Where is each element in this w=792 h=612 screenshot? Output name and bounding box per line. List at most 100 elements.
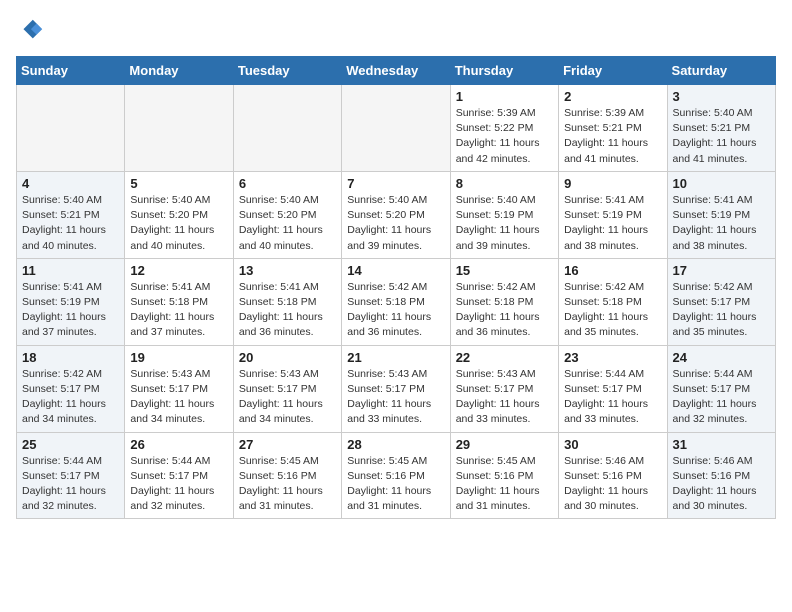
- day-info: Sunrise: 5:41 AM Sunset: 5:19 PM Dayligh…: [564, 193, 661, 254]
- weekday-header-sunday: Sunday: [17, 57, 125, 85]
- day-number: 30: [564, 437, 661, 452]
- day-number: 29: [456, 437, 553, 452]
- day-number: 31: [673, 437, 770, 452]
- calendar-cell: 3 Sunrise: 5:40 AM Sunset: 5:21 PM Daylig…: [667, 85, 775, 172]
- weekday-header-tuesday: Tuesday: [233, 57, 341, 85]
- calendar-table: SundayMondayTuesdayWednesdayThursdayFrid…: [16, 56, 776, 519]
- calendar-cell: 25 Sunrise: 5:44 AM Sunset: 5:17 PM Dayli…: [17, 432, 125, 519]
- day-number: 8: [456, 176, 553, 191]
- day-number: 17: [673, 263, 770, 278]
- day-info: Sunrise: 5:42 AM Sunset: 5:18 PM Dayligh…: [564, 280, 661, 341]
- calendar-cell: 6 Sunrise: 5:40 AM Sunset: 5:20 PM Daylig…: [233, 171, 341, 258]
- day-number: 1: [456, 89, 553, 104]
- day-info: Sunrise: 5:42 AM Sunset: 5:17 PM Dayligh…: [673, 280, 770, 341]
- day-number: 16: [564, 263, 661, 278]
- day-info: Sunrise: 5:46 AM Sunset: 5:16 PM Dayligh…: [673, 454, 770, 515]
- calendar-cell: 27 Sunrise: 5:45 AM Sunset: 5:16 PM Dayli…: [233, 432, 341, 519]
- calendar-cell: 19 Sunrise: 5:43 AM Sunset: 5:17 PM Dayli…: [125, 345, 233, 432]
- day-number: 10: [673, 176, 770, 191]
- day-info: Sunrise: 5:45 AM Sunset: 5:16 PM Dayligh…: [239, 454, 336, 515]
- day-info: Sunrise: 5:42 AM Sunset: 5:18 PM Dayligh…: [456, 280, 553, 341]
- day-info: Sunrise: 5:43 AM Sunset: 5:17 PM Dayligh…: [456, 367, 553, 428]
- calendar-cell: 20 Sunrise: 5:43 AM Sunset: 5:17 PM Dayli…: [233, 345, 341, 432]
- day-number: 20: [239, 350, 336, 365]
- calendar-cell: 24Sunrise: 5:44 AM Sunset: 5:17 PM Dayli…: [667, 345, 775, 432]
- day-info: Sunrise: 5:43 AM Sunset: 5:17 PM Dayligh…: [347, 367, 444, 428]
- day-info: Sunrise: 5:44 AM Sunset: 5:17 PM Dayligh…: [564, 367, 661, 428]
- day-number: 13: [239, 263, 336, 278]
- calendar-cell: 30 Sunrise: 5:46 AM Sunset: 5:16 PM Dayli…: [559, 432, 667, 519]
- day-info: Sunrise: 5:43 AM Sunset: 5:17 PM Dayligh…: [130, 367, 227, 428]
- calendar-cell: [17, 85, 125, 172]
- calendar-cell: 9Sunrise: 5:41 AM Sunset: 5:19 PM Daylig…: [559, 171, 667, 258]
- day-number: 14: [347, 263, 444, 278]
- calendar-cell: 15 Sunrise: 5:42 AM Sunset: 5:18 PM Dayli…: [450, 258, 558, 345]
- weekday-header-wednesday: Wednesday: [342, 57, 450, 85]
- calendar-cell: 29Sunrise: 5:45 AM Sunset: 5:16 PM Dayli…: [450, 432, 558, 519]
- calendar-cell: 16 Sunrise: 5:42 AM Sunset: 5:18 PM Dayli…: [559, 258, 667, 345]
- calendar-cell: 23 Sunrise: 5:44 AM Sunset: 5:17 PM Dayli…: [559, 345, 667, 432]
- day-number: 4: [22, 176, 119, 191]
- calendar-cell: 28 Sunrise: 5:45 AM Sunset: 5:16 PM Dayli…: [342, 432, 450, 519]
- calendar-cell: 17 Sunrise: 5:42 AM Sunset: 5:17 PM Dayli…: [667, 258, 775, 345]
- day-info: Sunrise: 5:44 AM Sunset: 5:17 PM Dayligh…: [22, 454, 119, 515]
- calendar-cell: 10 Sunrise: 5:41 AM Sunset: 5:19 PM Dayli…: [667, 171, 775, 258]
- day-number: 25: [22, 437, 119, 452]
- day-info: Sunrise: 5:41 AM Sunset: 5:19 PM Dayligh…: [673, 193, 770, 254]
- logo: [16, 16, 48, 44]
- calendar-cell: 13 Sunrise: 5:41 AM Sunset: 5:18 PM Dayli…: [233, 258, 341, 345]
- day-info: Sunrise: 5:40 AM Sunset: 5:21 PM Dayligh…: [673, 106, 770, 167]
- calendar-cell: 8 Sunrise: 5:40 AM Sunset: 5:19 PM Daylig…: [450, 171, 558, 258]
- day-info: Sunrise: 5:41 AM Sunset: 5:18 PM Dayligh…: [239, 280, 336, 341]
- day-number: 19: [130, 350, 227, 365]
- day-number: 2: [564, 89, 661, 104]
- weekday-header-friday: Friday: [559, 57, 667, 85]
- day-number: 21: [347, 350, 444, 365]
- day-info: Sunrise: 5:42 AM Sunset: 5:17 PM Dayligh…: [22, 367, 119, 428]
- calendar-cell: 11 Sunrise: 5:41 AM Sunset: 5:19 PM Dayli…: [17, 258, 125, 345]
- day-info: Sunrise: 5:43 AM Sunset: 5:17 PM Dayligh…: [239, 367, 336, 428]
- day-info: Sunrise: 5:41 AM Sunset: 5:18 PM Dayligh…: [130, 280, 227, 341]
- calendar-cell: 31 Sunrise: 5:46 AM Sunset: 5:16 PM Dayli…: [667, 432, 775, 519]
- day-info: Sunrise: 5:41 AM Sunset: 5:19 PM Dayligh…: [22, 280, 119, 341]
- day-number: 15: [456, 263, 553, 278]
- day-info: Sunrise: 5:45 AM Sunset: 5:16 PM Dayligh…: [347, 454, 444, 515]
- day-info: Sunrise: 5:42 AM Sunset: 5:18 PM Dayligh…: [347, 280, 444, 341]
- calendar-cell: 26 Sunrise: 5:44 AM Sunset: 5:17 PM Dayli…: [125, 432, 233, 519]
- day-number: 22: [456, 350, 553, 365]
- day-number: 7: [347, 176, 444, 191]
- logo-icon: [16, 16, 44, 44]
- calendar-cell: 18 Sunrise: 5:42 AM Sunset: 5:17 PM Dayli…: [17, 345, 125, 432]
- day-info: Sunrise: 5:44 AM Sunset: 5:17 PM Dayligh…: [130, 454, 227, 515]
- calendar-cell: 4Sunrise: 5:40 AM Sunset: 5:21 PM Daylig…: [17, 171, 125, 258]
- day-info: Sunrise: 5:40 AM Sunset: 5:20 PM Dayligh…: [347, 193, 444, 254]
- day-info: Sunrise: 5:46 AM Sunset: 5:16 PM Dayligh…: [564, 454, 661, 515]
- calendar-cell: 7 Sunrise: 5:40 AM Sunset: 5:20 PM Daylig…: [342, 171, 450, 258]
- calendar-cell: 14 Sunrise: 5:42 AM Sunset: 5:18 PM Dayli…: [342, 258, 450, 345]
- day-info: Sunrise: 5:40 AM Sunset: 5:19 PM Dayligh…: [456, 193, 553, 254]
- day-number: 18: [22, 350, 119, 365]
- day-info: Sunrise: 5:39 AM Sunset: 5:21 PM Dayligh…: [564, 106, 661, 167]
- calendar-cell: 12 Sunrise: 5:41 AM Sunset: 5:18 PM Dayli…: [125, 258, 233, 345]
- day-number: 3: [673, 89, 770, 104]
- day-number: 11: [22, 263, 119, 278]
- day-info: Sunrise: 5:40 AM Sunset: 5:20 PM Dayligh…: [130, 193, 227, 254]
- day-number: 26: [130, 437, 227, 452]
- day-number: 23: [564, 350, 661, 365]
- calendar-cell: 21 Sunrise: 5:43 AM Sunset: 5:17 PM Dayli…: [342, 345, 450, 432]
- calendar-cell: 5Sunrise: 5:40 AM Sunset: 5:20 PM Daylig…: [125, 171, 233, 258]
- calendar-cell: 22 Sunrise: 5:43 AM Sunset: 5:17 PM Dayli…: [450, 345, 558, 432]
- calendar-cell: 2 Sunrise: 5:39 AM Sunset: 5:21 PM Daylig…: [559, 85, 667, 172]
- day-info: Sunrise: 5:40 AM Sunset: 5:20 PM Dayligh…: [239, 193, 336, 254]
- calendar-cell: [342, 85, 450, 172]
- day-number: 6: [239, 176, 336, 191]
- weekday-header-saturday: Saturday: [667, 57, 775, 85]
- day-number: 27: [239, 437, 336, 452]
- day-info: Sunrise: 5:44 AM Sunset: 5:17 PM Dayligh…: [673, 367, 770, 428]
- weekday-header-monday: Monday: [125, 57, 233, 85]
- calendar-cell: [125, 85, 233, 172]
- calendar-cell: 1Sunrise: 5:39 AM Sunset: 5:22 PM Daylig…: [450, 85, 558, 172]
- calendar-cell: [233, 85, 341, 172]
- day-number: 12: [130, 263, 227, 278]
- day-number: 28: [347, 437, 444, 452]
